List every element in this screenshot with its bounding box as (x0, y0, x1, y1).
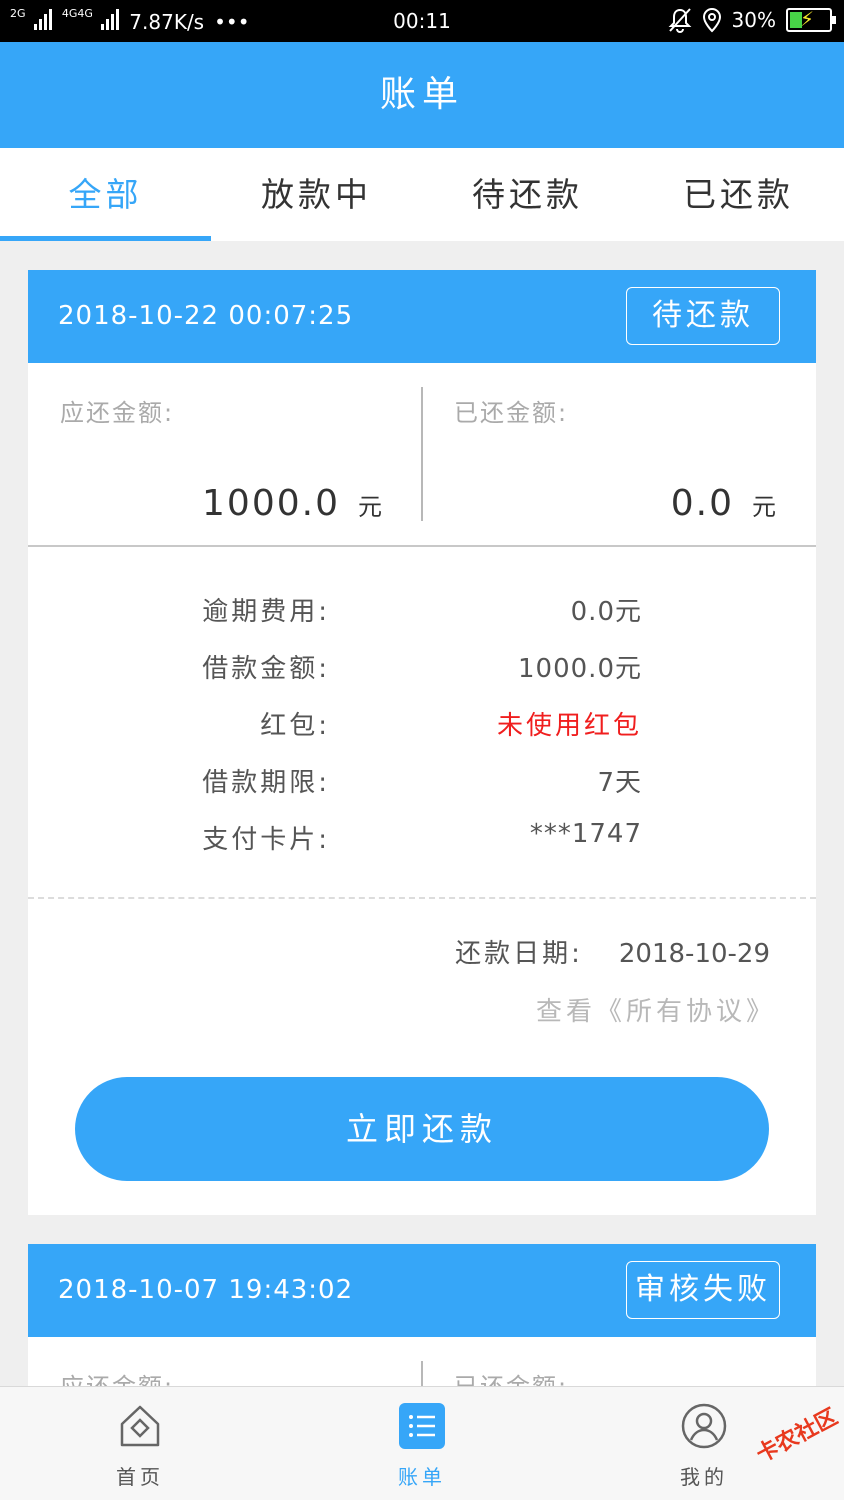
detail-row-loan-term: 借款期限: 7天 (28, 762, 816, 802)
bill-card: 2018-10-07 19:43:02 审核失败 应还金额: 已还金额: (28, 1244, 816, 1386)
detail-key: 支付卡片: (202, 825, 330, 855)
nav-mine-label: 我的 (680, 1465, 728, 1489)
bill-card: 2018-10-22 00:07:25 待还款 应还金额: 1000.0 元 已还… (28, 270, 816, 1215)
detail-row-payment-card: 支付卡片: ***1747 (28, 819, 816, 859)
due-amount-label: 应还金额: (60, 1367, 174, 1386)
bill-status-badge[interactable]: 审核失败 (626, 1261, 780, 1319)
red-packet-value: 未使用红包 (496, 711, 642, 741)
list-icon (399, 1403, 445, 1449)
bill-details: 逾期费用: 0.0元 借款金额: 1000.0元 红包: 未使用红包 借款期限:… (28, 547, 816, 899)
location-icon (702, 7, 721, 33)
detail-row-loan-amount: 借款金额: 1000.0元 (28, 648, 816, 688)
tab-pending-repayment[interactable]: 待还款 (422, 148, 633, 241)
due-amount-unit: 元 (358, 493, 384, 521)
repay-date: 2018-10-29 (618, 939, 770, 969)
bill-datetime: 2018-10-07 19:43:02 (58, 1275, 354, 1305)
detail-value: 0.0元 (570, 597, 642, 627)
due-amount-value: 1000.0 (202, 483, 340, 524)
bill-status-badge[interactable]: 待还款 (626, 287, 780, 345)
amount-divider (421, 1361, 423, 1386)
repay-date-label: 还款日期: (455, 939, 583, 969)
detail-row-overdue-fee: 逾期费用: 0.0元 (28, 591, 816, 631)
paid-amount-label: 已还金额: (454, 399, 569, 427)
repay-date-line: 还款日期: 2018-10-29 (455, 933, 770, 970)
detail-value: ***1747 (529, 819, 642, 849)
paid-amount-unit: 元 (752, 493, 778, 521)
page-title: 账单 (0, 42, 844, 148)
nav-home[interactable]: 首页 (70, 1387, 210, 1500)
tab-disbursing[interactable]: 放款中 (211, 148, 422, 241)
bill-amounts: 应还金额: 已还金额: (28, 1337, 816, 1386)
detail-key: 逾期费用: (202, 597, 330, 627)
bill-tabs: 全部 放款中 待还款 已还款 (0, 148, 844, 241)
bill-card-header: 2018-10-07 19:43:02 审核失败 (28, 1244, 816, 1337)
tab-repaid[interactable]: 已还款 (633, 148, 844, 241)
view-agreements-link[interactable]: 查看《所有协议》 (536, 991, 776, 1028)
bottom-nav: 首页 账单 我的 (0, 1386, 844, 1500)
detail-key: 借款期限: (202, 768, 330, 798)
bill-card-header: 2018-10-22 00:07:25 待还款 (28, 270, 816, 363)
due-amount-label: 应还金额: (60, 399, 175, 427)
battery-charging-icon: ⚡ (786, 7, 836, 32)
paid-amount: 0.0 元 (671, 483, 778, 524)
detail-key: 红包: (260, 711, 330, 741)
silent-bell-icon (668, 8, 691, 33)
repay-now-button[interactable]: 立即还款 (75, 1077, 769, 1181)
nav-bills[interactable]: 账单 (352, 1387, 492, 1500)
bill-amounts: 应还金额: 1000.0 元 已还金额: 0.0 元 (28, 363, 816, 547)
paid-amount-value: 0.0 (670, 483, 734, 524)
detail-value: 1000.0元 (518, 654, 642, 684)
battery-percent: 30% (731, 8, 776, 32)
detail-row-red-packet: 红包: 未使用红包 (28, 705, 816, 745)
status-right: 30% ⚡ (668, 7, 836, 33)
nav-home-label: 首页 (116, 1465, 164, 1489)
status-bar: 2G 4G4G 7.87K/s ••• 00:11 30% ⚡ (0, 0, 844, 42)
tab-all[interactable]: 全部 (0, 148, 211, 241)
detail-key: 借款金额: (202, 654, 330, 684)
home-icon (120, 1405, 160, 1447)
user-icon (681, 1403, 727, 1449)
due-amount: 1000.0 元 (202, 483, 384, 524)
detail-value: 7天 (597, 768, 642, 798)
repay-section: 还款日期: 2018-10-29 查看《所有协议》 立即还款 (28, 899, 816, 1215)
bill-datetime: 2018-10-22 00:07:25 (58, 301, 354, 331)
nav-bills-label: 账单 (398, 1465, 446, 1489)
paid-amount-label: 已还金额: (454, 1367, 568, 1386)
amount-divider (421, 387, 423, 521)
